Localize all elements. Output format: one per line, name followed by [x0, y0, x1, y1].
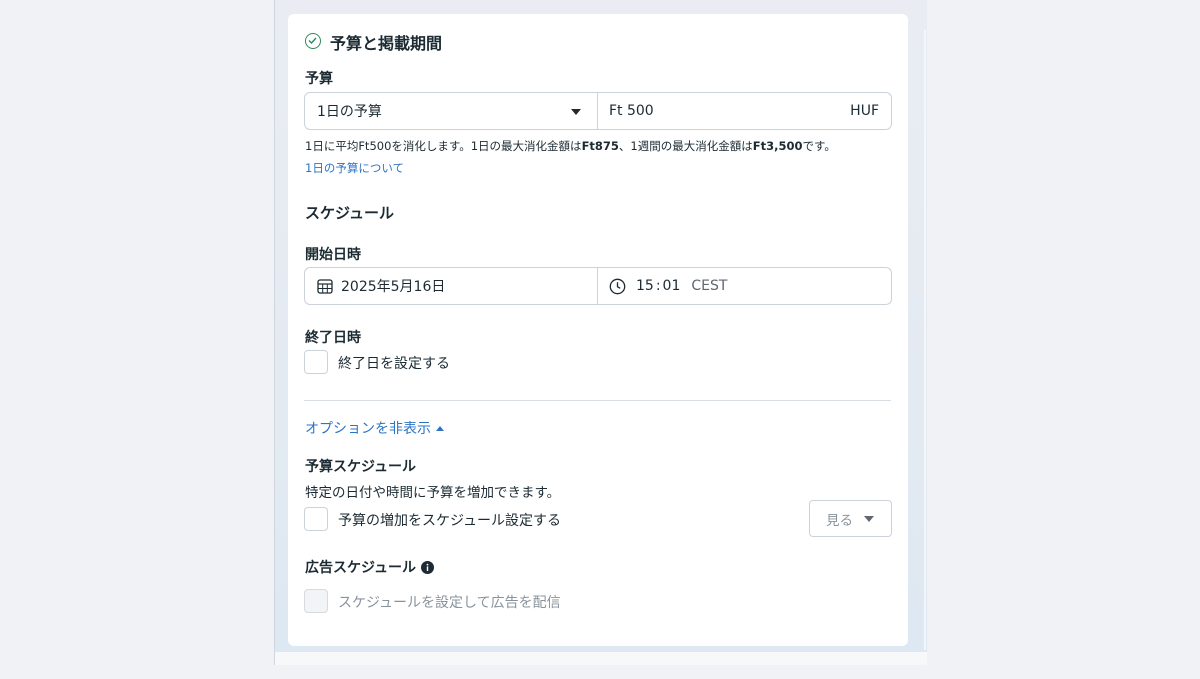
- daily-max-amount: Ft875: [581, 139, 619, 153]
- hide-options-toggle[interactable]: オプションを非表示: [305, 418, 444, 438]
- daily-budget-learn-more-link[interactable]: 1日の予算について: [305, 160, 404, 176]
- divider: [304, 400, 891, 401]
- caret-up-icon: [436, 425, 444, 431]
- view-button[interactable]: 見る: [809, 500, 892, 537]
- calendar-icon: [317, 278, 333, 294]
- weekly-max-amount: Ft3,500: [752, 139, 803, 153]
- info-icon[interactable]: [421, 560, 435, 574]
- budget-description-text-2: 、1週間の最大消化金額は: [618, 139, 753, 153]
- budget-amount-value: Ft 500: [609, 103, 654, 119]
- budget-increase-checkbox[interactable]: [304, 507, 328, 531]
- ad-schedule-heading: 広告スケジュール: [305, 560, 417, 576]
- start-minute-value[interactable]: 01: [663, 278, 681, 294]
- start-date-value: 2025年5月16日: [341, 279, 446, 295]
- timezone-label: CEST: [691, 278, 728, 294]
- start-date-picker[interactable]: 2025年5月16日: [304, 267, 598, 305]
- end-datetime-label: 終了日時: [305, 330, 361, 346]
- scrollbar-track[interactable]: [924, 30, 926, 650]
- budget-description-text-1: 1日に平均Ft500を消化します。1日の最大消化金額は: [305, 139, 582, 153]
- ad-schedule-heading-row: 広告スケジュール: [305, 557, 435, 577]
- section-title: 予算と掲載期間: [330, 34, 443, 53]
- budget-schedule-card: 予算と掲載期間 予算 1日の予算 Ft 500 HUF 1日に平均Ft500を消…: [288, 14, 908, 646]
- hide-options-label: オプションを非表示: [305, 421, 431, 437]
- budget-type-dropdown[interactable]: 1日の予算: [304, 92, 598, 130]
- clock-icon: [609, 278, 626, 295]
- schedule-heading: スケジュール: [305, 204, 394, 222]
- chevron-down-icon: [864, 515, 874, 522]
- budget-amount-input[interactable]: Ft 500 HUF: [598, 92, 892, 130]
- budget-label: 予算: [305, 71, 333, 87]
- budget-increase-checkbox-label: 予算の増加をスケジュール設定する: [338, 513, 562, 529]
- start-datetime-label: 開始日時: [305, 247, 361, 263]
- time-separator: :: [655, 278, 661, 294]
- start-hour-value[interactable]: 15: [636, 278, 654, 294]
- budget-description: 1日に平均Ft500を消化します。1日の最大消化金額はFt875、1週間の最大消…: [305, 138, 836, 154]
- end-date-checkbox[interactable]: [304, 350, 328, 374]
- budget-schedule-description: 特定の日付や時間に予算を増加できます。: [305, 485, 561, 501]
- budget-description-text-3: です。: [802, 139, 836, 153]
- panel-footer-strip: [274, 652, 927, 665]
- ad-schedule-checkbox-label: スケジュールを設定して広告を配信: [338, 595, 561, 611]
- budget-schedule-heading: 予算スケジュール: [305, 459, 417, 475]
- budget-type-value: 1日の予算: [317, 104, 382, 120]
- end-date-checkbox-label: 終了日を設定する: [338, 356, 450, 372]
- currency-label: HUF: [850, 103, 879, 119]
- view-button-label: 見る: [826, 512, 853, 529]
- start-time-picker[interactable]: 15 : 01 CEST: [598, 267, 892, 305]
- ad-schedule-checkbox[interactable]: [304, 589, 328, 613]
- check-circle-icon: [305, 33, 321, 49]
- chevron-down-icon: [571, 103, 581, 119]
